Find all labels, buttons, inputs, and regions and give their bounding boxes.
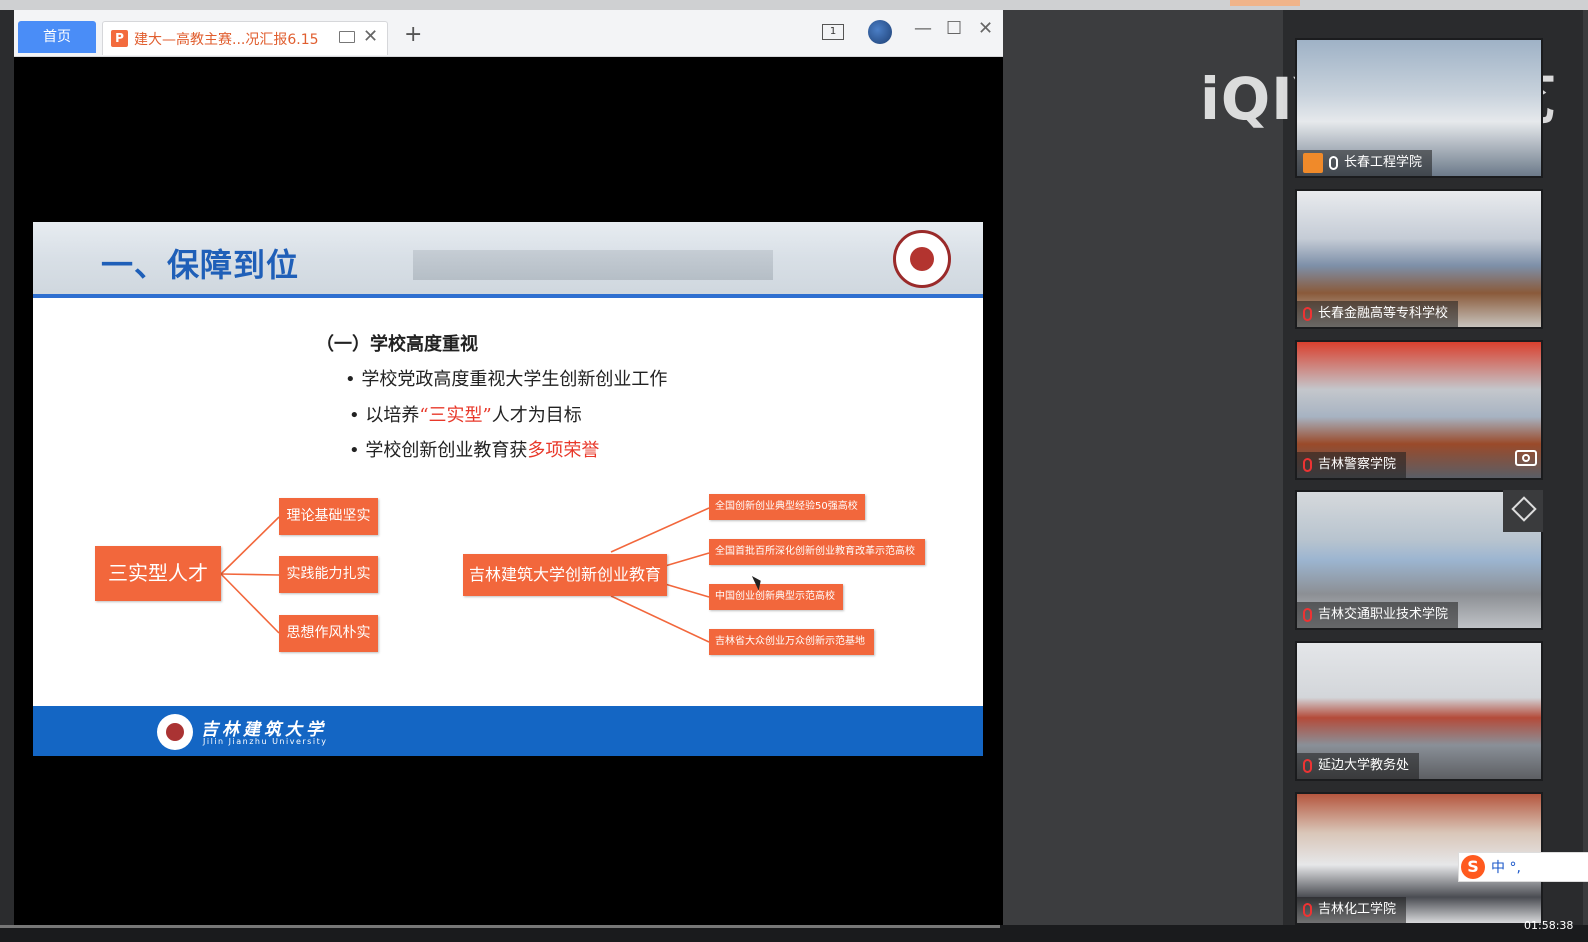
playback-progress[interactable] [0, 925, 1000, 928]
slide-footer: 吉林建筑大学 Jilin Jianzhu University [33, 706, 983, 756]
microphone-muted-icon [1303, 457, 1312, 472]
microphone-icon [1329, 155, 1338, 170]
present-icon[interactable] [339, 31, 355, 43]
close-tab-icon[interactable]: ✕ [363, 26, 378, 47]
layers-icon[interactable] [1503, 490, 1543, 532]
tab-document-title: 建大—高教主赛...况汇报6.15 [134, 32, 319, 48]
ppt-file-icon: P [111, 30, 128, 47]
microphone-muted-icon [1303, 902, 1312, 917]
tab-home[interactable]: 首页 [18, 21, 96, 53]
participant-tile-5[interactable]: 延边大学教务处 [1295, 641, 1543, 781]
left-branch-3: 思想作风朴实 [279, 615, 378, 652]
tab-document[interactable]: P 建大—高教主赛...况汇报6.15 ✕ [102, 21, 388, 55]
right-branch-2: 全国首批百所深化创新创业教育改革示范高校 [709, 539, 925, 565]
participant-tile-3[interactable]: 吉林警察学院 [1295, 340, 1543, 480]
top-strip [0, 0, 1588, 10]
timestamp: 01:58:38 [1524, 919, 1574, 932]
participant-tile-1[interactable]: 长春工程学院 [1295, 38, 1543, 178]
left-gutter [0, 10, 14, 930]
right-branch-4: 吉林省大众创业万众创新示范基地 [709, 629, 874, 655]
participant-name: 延边大学教务处 [1318, 758, 1410, 773]
add-tab-icon[interactable]: + [404, 22, 422, 47]
page-indicator[interactable]: 1 [822, 24, 844, 40]
microphone-muted-icon [1303, 306, 1312, 321]
document-viewer: 首页 P 建大—高教主赛...况汇报6.15 ✕ + 1 — ☐ ✕ 一、保障到… [14, 10, 1003, 925]
participant-name: 吉林警察学院 [1318, 457, 1397, 472]
microphone-muted-icon [1303, 758, 1312, 773]
close-window-icon[interactable]: ✕ [978, 18, 993, 39]
participant-label: 延边大学教务处 [1297, 753, 1420, 779]
maximize-icon[interactable]: ☐ [946, 18, 962, 39]
right-branch-3: 中国创业创新典型示范高校 [709, 584, 843, 610]
participant-name: 长春金融高等专科学校 [1318, 306, 1449, 321]
participant-name: 吉林化工学院 [1318, 902, 1397, 917]
participant-label: 吉林化工学院 [1297, 897, 1407, 923]
presentation-slide: 一、保障到位 （一）学校高度重视 • 学校党政高度重视大学生创新创业工作 • 以… [33, 222, 983, 756]
tab-bar: 首页 P 建大—高教主赛...况汇报6.15 ✕ + 1 — ☐ ✕ [14, 10, 1003, 57]
mindmap-left-root: 三实型人才 [95, 546, 221, 601]
microphone-muted-icon [1303, 607, 1312, 622]
participant-tile-2[interactable]: 长春金融高等专科学校 [1295, 189, 1543, 329]
participant-name: 吉林交通职业技术学院 [1318, 607, 1449, 622]
camera-icon[interactable] [1515, 450, 1537, 466]
right-branch-1: 全国创新创业典型经验50强高校 [709, 494, 865, 520]
footer-university-en: Jilin Jianzhu University [203, 737, 328, 746]
person-icon [1303, 152, 1323, 173]
top-accent [1230, 0, 1300, 6]
participant-label: 长春金融高等专科学校 [1297, 301, 1459, 327]
participant-label: 吉林交通职业技术学院 [1297, 602, 1459, 628]
bottom-bar [0, 925, 1588, 942]
participant-label: 长春工程学院 [1297, 150, 1433, 176]
left-branch-1: 理论基础坚实 [279, 498, 378, 535]
mindmap-connectors [220, 507, 710, 643]
background-area [1003, 10, 1283, 925]
minimize-icon[interactable]: — [914, 18, 932, 39]
input-method-toolbar[interactable]: S 中 °, [1458, 852, 1588, 882]
ime-mode[interactable]: 中 °, [1491, 857, 1521, 877]
left-branch-2: 实践能力扎实 [279, 556, 378, 593]
sogou-logo-icon: S [1461, 855, 1485, 879]
participant-label: 吉林警察学院 [1297, 452, 1407, 478]
university-logo-icon [157, 714, 193, 750]
mindmap-right-root: 吉林建筑大学创新创业教育 [463, 554, 667, 596]
avatar-icon[interactable] [868, 20, 892, 44]
participant-name: 长春工程学院 [1344, 155, 1423, 170]
